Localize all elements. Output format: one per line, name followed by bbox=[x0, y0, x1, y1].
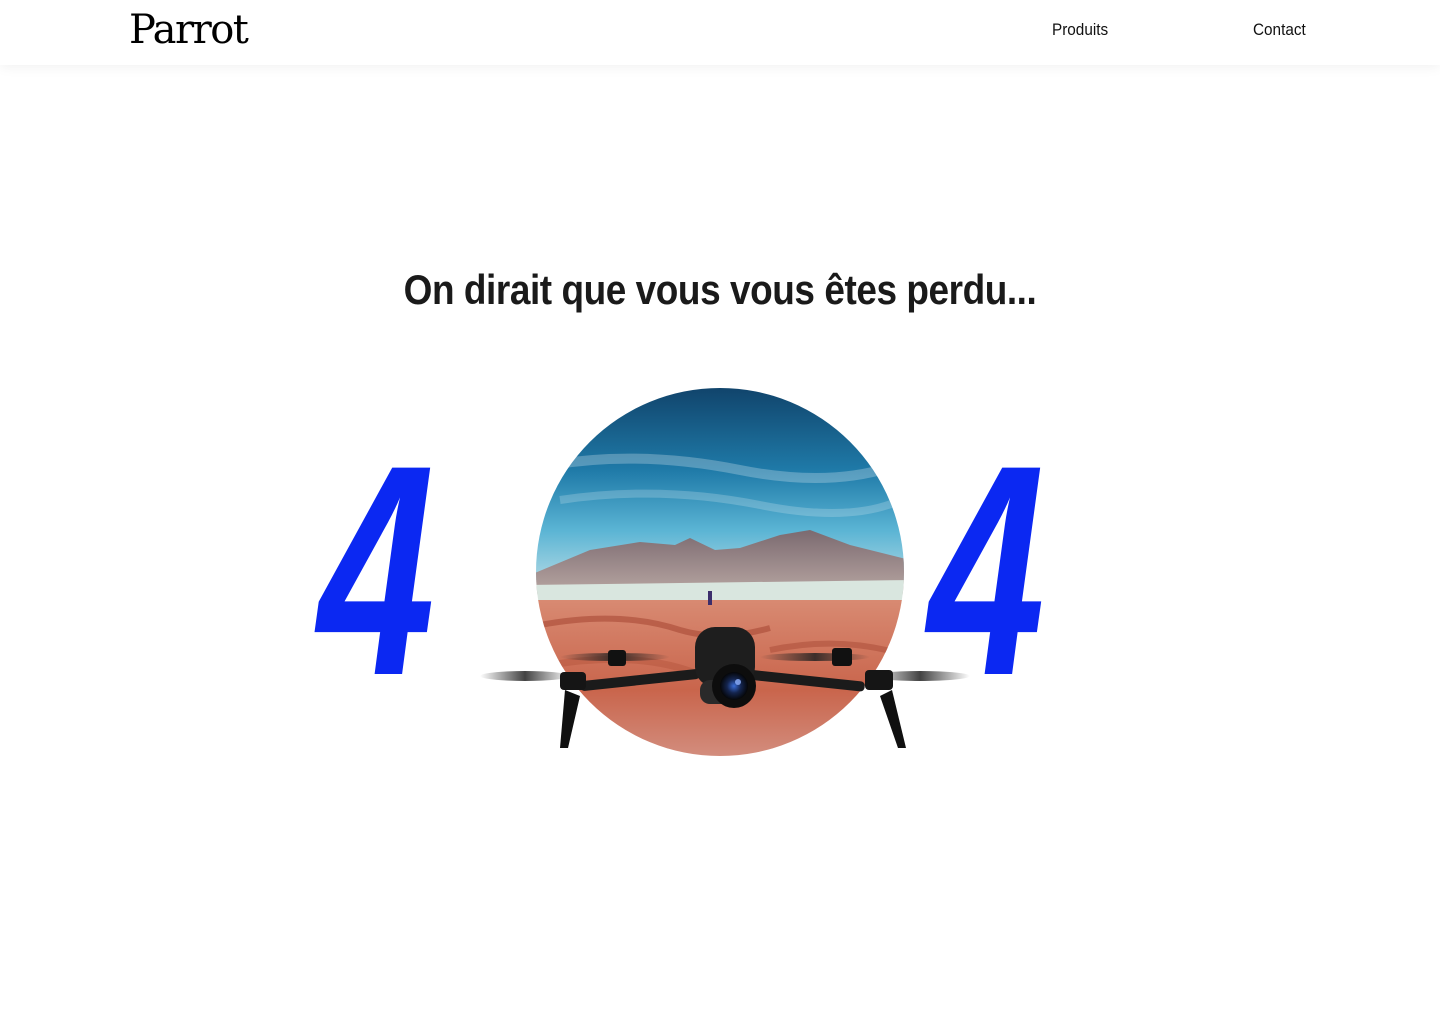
page-headline: On dirait que vous vous êtes perdu... bbox=[403, 266, 1037, 314]
nav-link-contact[interactable]: Contact bbox=[1253, 20, 1306, 40]
site-header: Parrot Produits Contact bbox=[0, 0, 1440, 65]
landscape-photo bbox=[536, 388, 904, 756]
error-digit-left: 4 bbox=[318, 402, 435, 738]
parrot-logo[interactable]: Parrot bbox=[129, 6, 249, 54]
drone-illustration bbox=[440, 380, 1000, 770]
nav-link-produits[interactable]: Produits bbox=[1052, 20, 1108, 40]
drone-over-landscape-icon bbox=[480, 388, 970, 756]
